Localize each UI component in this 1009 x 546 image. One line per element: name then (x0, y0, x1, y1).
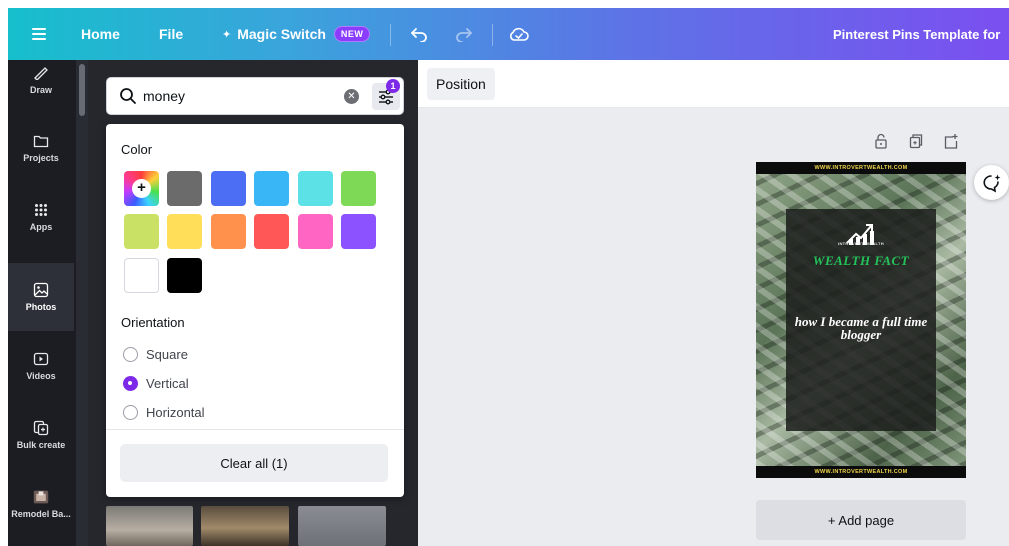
color-swatch-green[interactable] (341, 171, 376, 206)
pin-subheading: how I became a full time blogger (794, 314, 928, 342)
sidebar-item-label: Remodel Ba... (11, 508, 71, 519)
pin-url-top: WWW.INTROVERTWEALTH.COM (756, 162, 966, 174)
sidebar-item-photos[interactable]: Photos (8, 263, 74, 331)
undo-icon[interactable] (410, 8, 428, 60)
sidebar-item-apps[interactable]: Apps (8, 183, 74, 251)
new-badge: NEW (333, 26, 371, 42)
search-icon (120, 88, 136, 104)
home-button[interactable]: Home (81, 8, 120, 60)
orientation-label: Square (146, 346, 188, 362)
sidebar-item-bulk-create[interactable]: Bulk create (8, 401, 74, 469)
orientation-label: Horizontal (146, 404, 205, 420)
sidebar-item-videos[interactable]: Videos (8, 332, 74, 400)
sidebar-item-label: Bulk create (16, 439, 66, 450)
search-input[interactable] (143, 86, 333, 106)
sidebar-item-label: Projects (23, 152, 59, 163)
pin-url-bottom: WWW.INTROVERTWEALTH.COM (756, 466, 966, 478)
pin-text-box[interactable]: INTROVERT WEALTH WEALTH FACT how I becam… (786, 209, 936, 431)
ai-assistant-button[interactable] (974, 165, 1009, 200)
orientation-option-vertical[interactable]: Vertical (123, 373, 189, 393)
clear-all-button[interactable]: Clear all (1) (120, 444, 388, 482)
cloud-saved-icon[interactable] (508, 8, 530, 60)
photos-panel: ✕ 1 Color + Orientation Square Vertical (88, 60, 418, 546)
color-heading: Color (121, 142, 153, 157)
sidebar-item-projects[interactable]: Projects (8, 114, 74, 182)
photo-thumbnail[interactable] (201, 506, 289, 546)
radio-button[interactable] (123, 404, 138, 420)
document-title[interactable]: Pinterest Pins Template for (833, 8, 1000, 60)
sidebar-item-label: Photos (25, 301, 57, 312)
menu-icon[interactable] (30, 8, 48, 60)
toolbar-divider (390, 24, 391, 46)
draw-icon (33, 66, 49, 80)
filter-popover: Color + Orientation Square Vertical Hori… (106, 124, 404, 497)
duplicate-page-icon[interactable] (909, 133, 923, 149)
color-swatch-sky[interactable] (254, 171, 289, 206)
sidebar-item-label: Apps (29, 221, 53, 232)
color-swatch-white[interactable] (124, 258, 159, 293)
sidebar-item-label: Draw (29, 84, 52, 95)
color-swatch-orange[interactable] (211, 214, 246, 249)
color-swatch-red[interactable] (254, 214, 289, 249)
pin-brand-name: INTROVERT WEALTH (838, 241, 884, 246)
folder-icon (33, 134, 49, 148)
color-swatch-gray[interactable] (167, 171, 202, 206)
custom-color-swatch[interactable]: + (124, 171, 159, 206)
orientation-label: Vertical (146, 375, 189, 391)
orientation-option-square[interactable]: Square (123, 344, 188, 364)
search-box[interactable]: ✕ 1 (106, 77, 404, 115)
bulk-create-icon (33, 420, 49, 435)
magic-switch-button[interactable]: ✦ Magic Switch NEW (222, 8, 371, 60)
top-toolbar: Home File ✦ Magic Switch NEW Pinterest P… (8, 8, 1009, 60)
color-swatch-pink[interactable] (298, 214, 333, 249)
lock-icon[interactable] (874, 133, 888, 149)
orientation-heading: Orientation (121, 315, 185, 330)
video-icon (33, 352, 49, 366)
design-page[interactable]: WWW.INTROVERTWEALTH.COM INTROVERT WEALTH… (756, 162, 966, 478)
sparkle-icon: ✦ (222, 28, 232, 41)
sidebar-item-remodel-app[interactable]: Remodel Ba... (8, 470, 74, 538)
clear-search-icon[interactable]: ✕ (344, 89, 359, 104)
toolbar-divider (492, 24, 493, 46)
radio-button-selected[interactable] (123, 375, 138, 391)
apps-grid-icon (33, 203, 49, 217)
photo-thumbnail[interactable] (106, 506, 193, 546)
color-swatch-yellow[interactable] (167, 214, 202, 249)
scrollbar-thumb[interactable] (79, 64, 85, 116)
chat-sparkle-icon (982, 174, 1000, 193)
color-swatch-purple[interactable] (341, 214, 376, 249)
add-page-icon[interactable] (944, 133, 958, 149)
photo-icon (33, 282, 49, 297)
divider (106, 429, 404, 430)
left-sidebar: Draw Projects Apps Photos Videos Bulk cr… (8, 60, 88, 546)
color-swatch-black[interactable] (167, 258, 202, 293)
color-swatch-lime[interactable] (124, 214, 159, 249)
redo-icon[interactable] (455, 8, 473, 60)
context-toolbar: Position (418, 60, 1009, 108)
magic-switch-label: Magic Switch (237, 26, 326, 42)
plus-icon: + (132, 179, 151, 198)
filter-count-badge: 1 (386, 79, 400, 93)
position-button[interactable]: Position (427, 68, 495, 100)
add-page-button[interactable]: + Add page (756, 500, 966, 540)
file-menu-button[interactable]: File (159, 8, 183, 60)
app-thumbnail-icon (33, 490, 49, 504)
orientation-option-horizontal[interactable]: Horizontal (123, 402, 205, 422)
photo-thumbnail[interactable] (298, 506, 386, 546)
color-swatch-cyan[interactable] (298, 171, 333, 206)
radio-button[interactable] (123, 346, 138, 362)
pin-heading: WEALTH FACT (812, 253, 910, 268)
color-swatch-blue[interactable] (211, 171, 246, 206)
sidebar-item-label: Videos (26, 370, 56, 381)
sidebar-item-draw[interactable]: Draw (8, 60, 74, 114)
sidebar-scrollbar[interactable] (76, 60, 88, 546)
